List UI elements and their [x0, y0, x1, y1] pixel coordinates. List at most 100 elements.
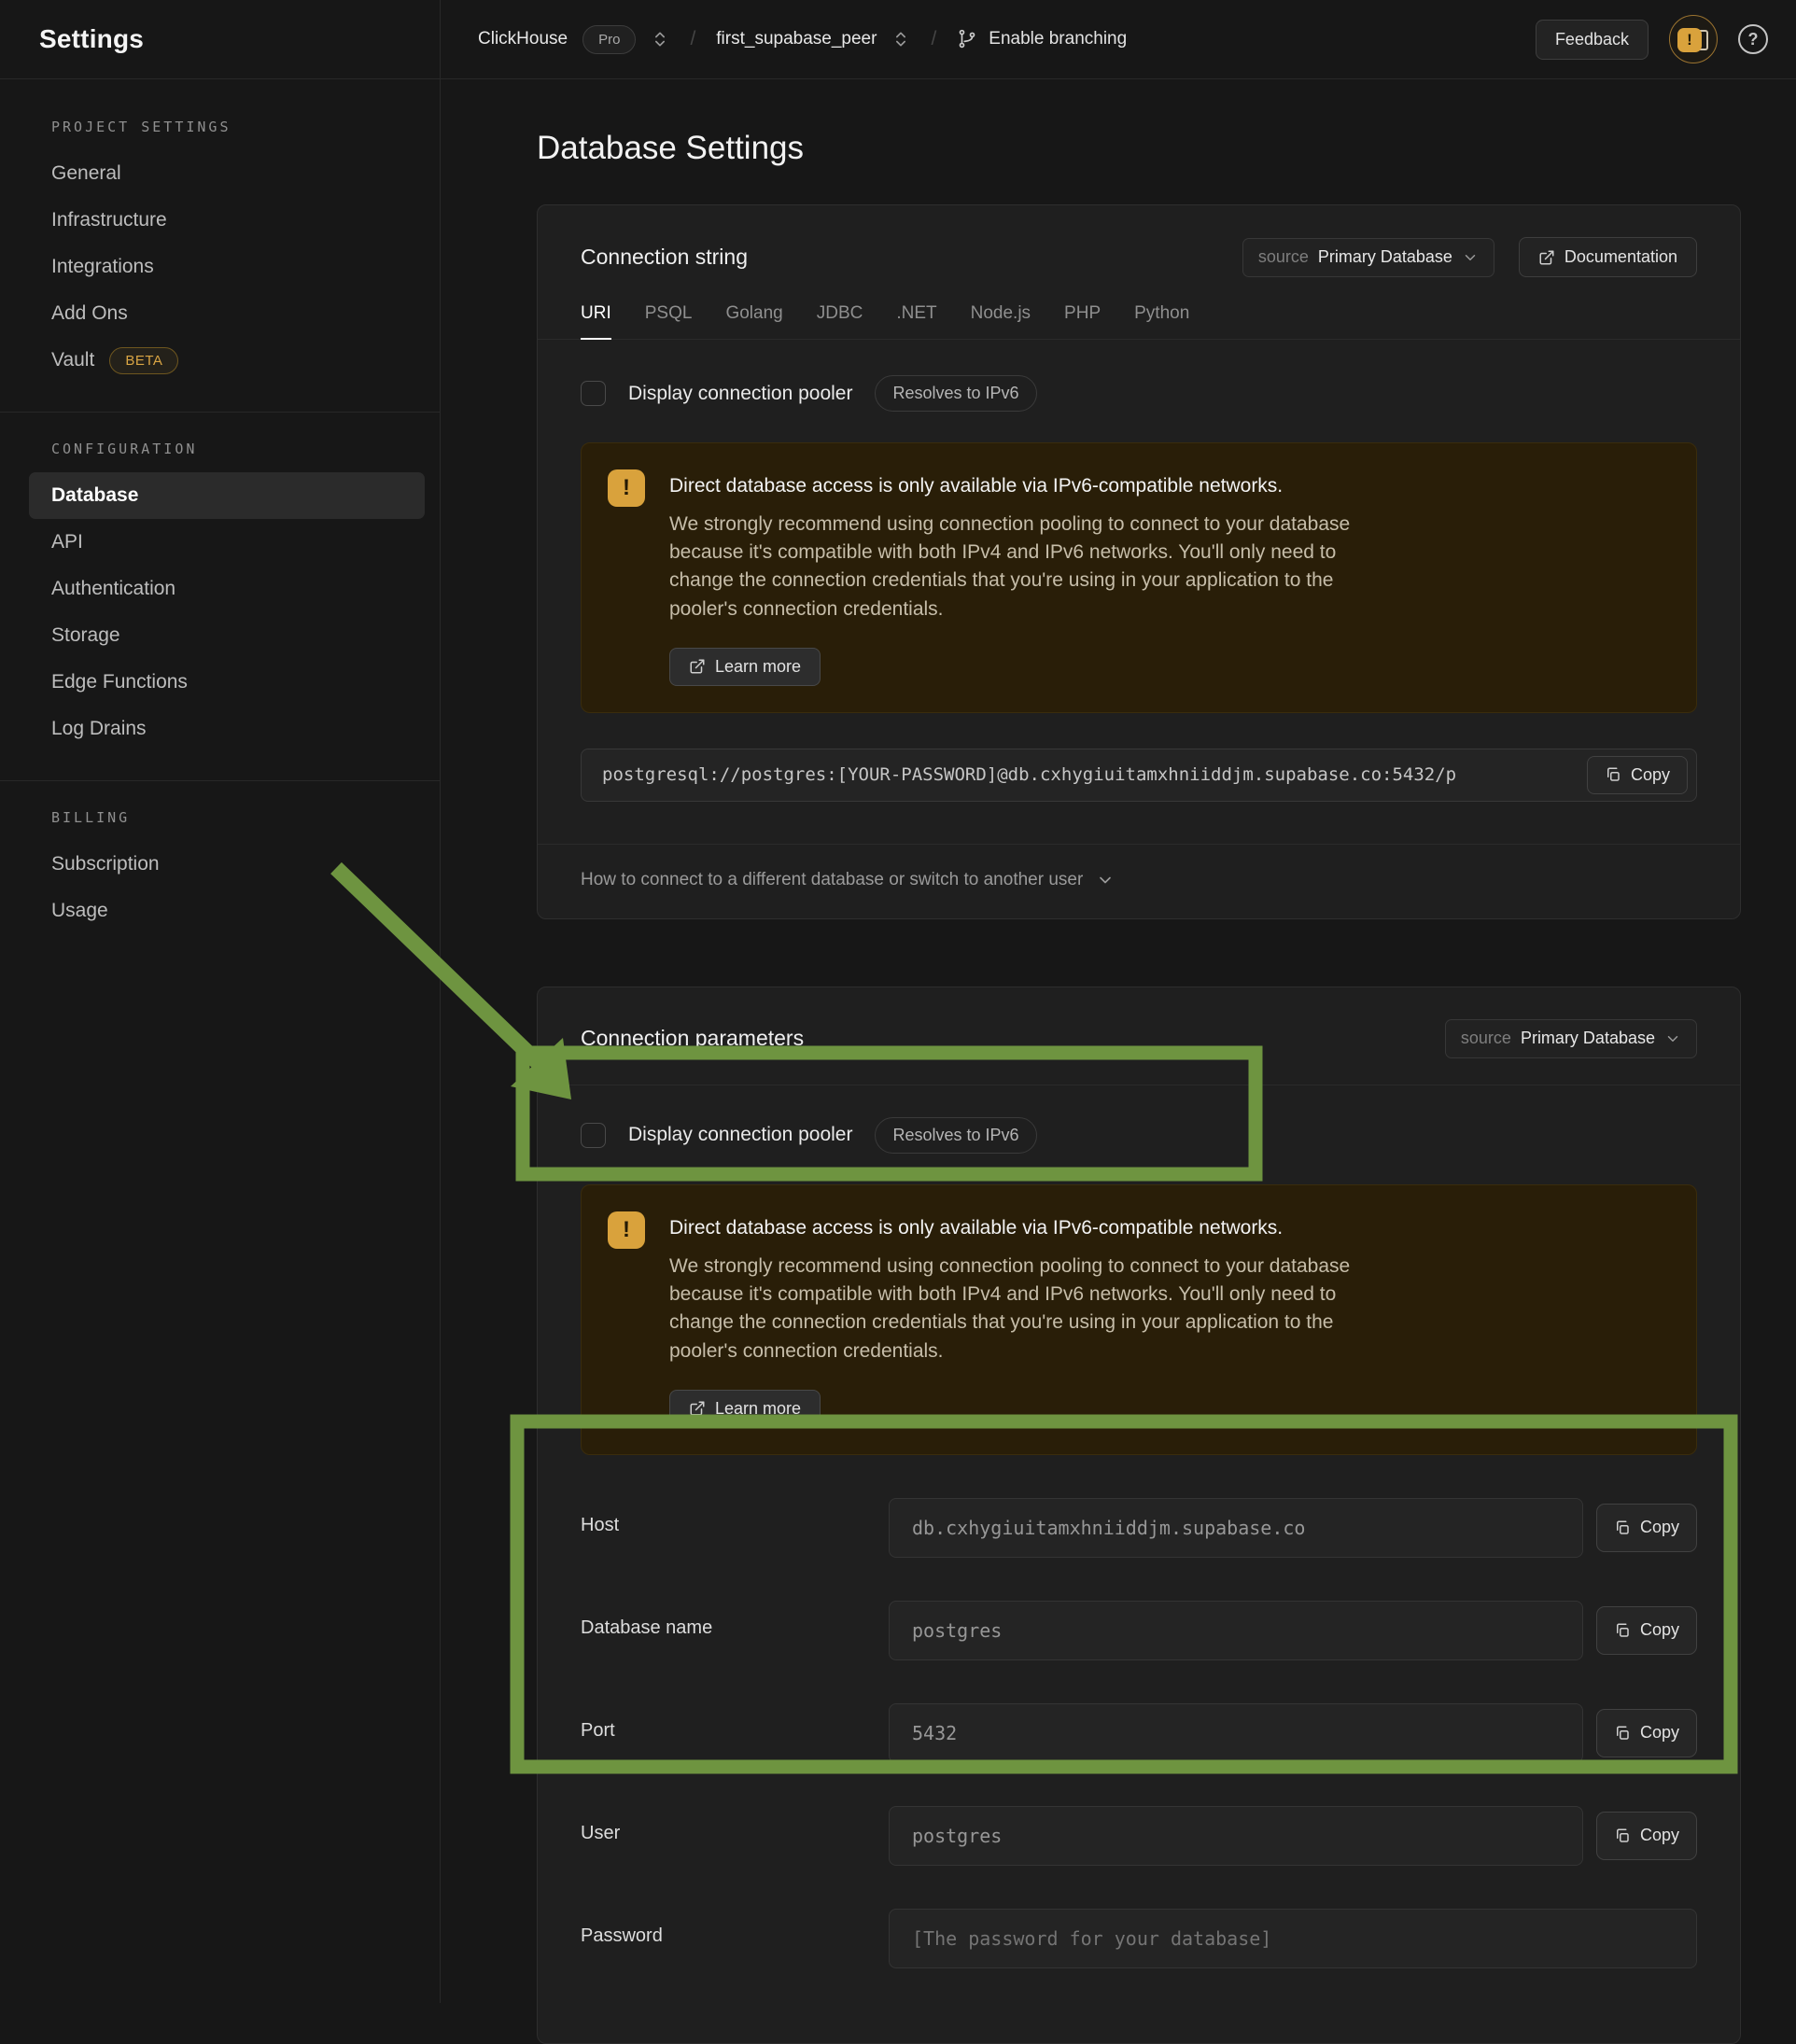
copy-icon: [1614, 1725, 1631, 1742]
tab-dotnet[interactable]: .NET: [896, 303, 936, 340]
sidebar-item-integrations[interactable]: Integrations: [29, 244, 425, 290]
notification-alert-icon: !: [1677, 28, 1702, 52]
copy-port-button[interactable]: Copy: [1596, 1709, 1697, 1757]
chevron-down-icon: [1664, 1030, 1681, 1047]
org-plan-badge: Pro: [582, 25, 636, 54]
copy-uri-button[interactable]: Copy: [1587, 756, 1688, 794]
feedback-button[interactable]: Feedback: [1536, 20, 1649, 60]
section-title-project-settings: PROJECT SETTINGS: [51, 119, 440, 135]
copy-label: Copy: [1640, 1620, 1679, 1640]
help-glyph: ?: [1748, 30, 1759, 49]
learn-more-button[interactable]: Learn more: [669, 648, 821, 686]
connection-string-card: Connection string source Primary Databas…: [537, 204, 1741, 919]
warning-alert-icon: !: [608, 469, 645, 507]
section-title-configuration: CONFIGURATION: [51, 441, 440, 457]
ipv6-warning-banner: ! Direct database access is only availab…: [581, 1184, 1697, 1455]
host-field[interactable]: db.cxhygiuitamxhniiddjm.supabase.co: [889, 1498, 1583, 1558]
copy-database-name-button[interactable]: Copy: [1596, 1606, 1697, 1655]
display-connection-pooler-checkbox[interactable]: [581, 1123, 606, 1148]
tab-golang[interactable]: Golang: [725, 303, 782, 340]
how-to-connect-link[interactable]: How to connect to a different database o…: [581, 870, 1115, 890]
sidebar-item-storage[interactable]: Storage: [29, 612, 425, 659]
breadcrumb-project[interactable]: first_supabase_peer: [716, 29, 877, 49]
learn-more-label: Learn more: [715, 1399, 801, 1419]
warning-body: We strongly recommend using connection p…: [669, 511, 1393, 623]
sidebar-item-authentication[interactable]: Authentication: [29, 566, 425, 612]
tab-php[interactable]: PHP: [1064, 303, 1101, 340]
pooler-label: Display connection pooler: [628, 383, 852, 405]
connection-uri-value: postgresql://postgres:[YOUR-PASSWORD]@db…: [602, 764, 1456, 785]
tab-psql[interactable]: PSQL: [645, 303, 693, 340]
sidebar-item-database[interactable]: Database: [29, 472, 425, 519]
project-switcher-chevrons-icon[interactable]: [891, 30, 910, 49]
user-field[interactable]: postgres: [889, 1806, 1583, 1866]
sidebar-item-edge-functions[interactable]: Edge Functions: [29, 659, 425, 706]
copy-label: Copy: [1640, 1518, 1679, 1537]
source-select[interactable]: source Primary Database: [1445, 1019, 1697, 1058]
copy-user-button[interactable]: Copy: [1596, 1812, 1697, 1860]
connection-string-title: Connection string: [581, 245, 748, 270]
learn-more-button[interactable]: Learn more: [669, 1390, 821, 1428]
learn-more-label: Learn more: [715, 657, 801, 677]
page-title: Database Settings: [537, 130, 1796, 167]
connection-uri-field[interactable]: postgresql://postgres:[YOUR-PASSWORD]@db…: [581, 749, 1697, 802]
source-select[interactable]: source Primary Database: [1242, 238, 1494, 277]
host-label: Host: [581, 1498, 889, 1536]
sidebar-item-subscription[interactable]: Subscription: [29, 841, 425, 888]
param-row-host: Host db.cxhygiuitamxhniiddjm.supabase.co…: [581, 1498, 1697, 1558]
copy-label: Copy: [1631, 765, 1670, 785]
chevron-down-icon: [1462, 249, 1479, 266]
account-avatar[interactable]: !: [1669, 15, 1718, 63]
settings-sidebar: PROJECT SETTINGS General Infrastructure …: [0, 79, 441, 2003]
enable-branching-button[interactable]: Enable branching: [957, 29, 1127, 49]
sidebar-item-infrastructure[interactable]: Infrastructure: [29, 197, 425, 244]
org-switcher-chevrons-icon[interactable]: [651, 30, 669, 49]
tab-jdbc[interactable]: JDBC: [817, 303, 863, 340]
external-link-icon: [689, 1400, 706, 1417]
source-value: Primary Database: [1318, 247, 1452, 267]
ipv6-warning-banner: ! Direct database access is only availab…: [581, 442, 1697, 713]
source-prefix: source: [1258, 247, 1309, 267]
sidebar-item-general[interactable]: General: [29, 150, 425, 197]
sidebar-item-log-drains[interactable]: Log Drains: [29, 706, 425, 752]
external-link-icon: [689, 658, 706, 675]
connection-string-header: Connection string source Primary Databas…: [538, 205, 1740, 277]
pooler-label: Display connection pooler: [628, 1124, 852, 1146]
sidebar-item-usage[interactable]: Usage: [29, 888, 425, 934]
topbar-actions: Feedback ! ?: [1536, 15, 1768, 63]
help-icon[interactable]: ?: [1738, 24, 1768, 54]
password-field[interactable]: [The password for your database]: [889, 1909, 1697, 1968]
connection-parameters-list: Host db.cxhygiuitamxhniiddjm.supabase.co…: [581, 1498, 1697, 1968]
sidebar-item-vault[interactable]: Vault BETA: [29, 337, 425, 384]
main-content: Database Settings Connection string sour…: [441, 79, 1796, 2003]
pooler-row: Display connection pooler Resolves to IP…: [581, 375, 1697, 412]
database-name-field[interactable]: postgres: [889, 1601, 1583, 1660]
sidebar-item-api[interactable]: API: [29, 519, 425, 566]
tab-python[interactable]: Python: [1134, 303, 1189, 340]
display-connection-pooler-checkbox[interactable]: [581, 381, 606, 406]
resolves-to-ipv6-badge: Resolves to IPv6: [875, 375, 1036, 412]
breadcrumb-separator: /: [925, 28, 942, 50]
section-title-billing: BILLING: [51, 809, 440, 826]
copy-host-button[interactable]: Copy: [1596, 1504, 1697, 1552]
user-label: User: [581, 1806, 889, 1844]
param-row-port: Port 5432 Copy: [581, 1703, 1697, 1763]
git-branch-icon: [957, 29, 977, 49]
tab-nodejs[interactable]: Node.js: [971, 303, 1031, 340]
connection-parameters-card: Connection parameters source Primary Dat…: [537, 987, 1741, 2044]
sidebar-header: Settings: [0, 0, 441, 78]
param-row-user: User postgres Copy: [581, 1806, 1697, 1866]
external-link-icon: [1538, 249, 1555, 266]
warning-title: Direct database access is only available…: [669, 1217, 1393, 1239]
app-title: Settings: [39, 24, 144, 54]
beta-badge: BETA: [109, 347, 178, 374]
copy-icon: [1614, 1519, 1631, 1536]
documentation-button[interactable]: Documentation: [1519, 237, 1697, 277]
breadcrumb-org[interactable]: ClickHouse: [478, 29, 568, 49]
copy-icon: [1605, 766, 1621, 783]
connection-string-footer: How to connect to a different database o…: [538, 844, 1740, 918]
top-bar: Settings ClickHouse Pro / first_supabase…: [0, 0, 1796, 79]
sidebar-item-add-ons[interactable]: Add Ons: [29, 290, 425, 337]
tab-uri[interactable]: URI: [581, 303, 611, 340]
port-field[interactable]: 5432: [889, 1703, 1583, 1763]
